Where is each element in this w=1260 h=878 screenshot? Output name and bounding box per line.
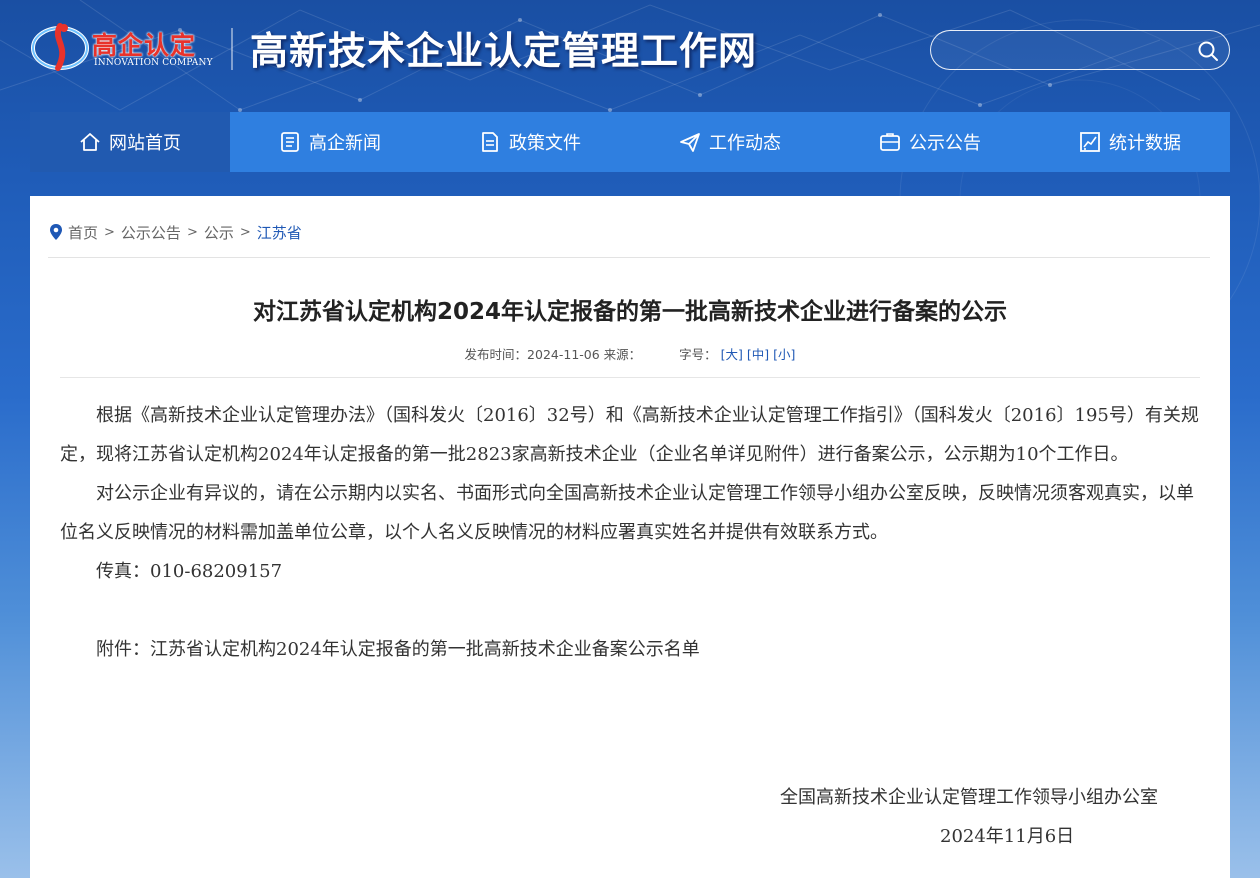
breadcrumb-announcements[interactable]: 公示公告 bbox=[121, 222, 181, 243]
breadcrumb-separator: > bbox=[104, 224, 115, 240]
nav-item-announcements[interactable]: 公示公告 bbox=[830, 112, 1030, 172]
article-meta: 发布时间：2024-11-06 来源： 字号： [大] [中] [小] bbox=[30, 344, 1230, 363]
signature-office: 全国高新技术企业认定管理工作领导小组办公室 bbox=[780, 787, 1158, 808]
breadcrumb-home[interactable]: 首页 bbox=[68, 222, 98, 243]
main-nav: 网站首页 高企新闻 政策文件 工作动态 公示公告 统计数据 bbox=[30, 112, 1230, 172]
nav-item-label: 统计数据 bbox=[1109, 133, 1181, 154]
publish-info: 发布时间：2024-11-06 来源： bbox=[464, 347, 642, 362]
logo-chinese-text: 高企认定 bbox=[92, 31, 197, 60]
paper-plane-icon bbox=[680, 133, 700, 152]
site-logo[interactable]: 高企认定 INNOVATION COMPANY bbox=[30, 16, 220, 76]
nav-item-label: 政策文件 bbox=[509, 133, 581, 154]
font-size-large[interactable]: [大] bbox=[721, 347, 743, 362]
signature-block: 全国高新技术企业认定管理工作领导小组办公室 2024年11月6日 bbox=[780, 778, 1158, 856]
search-box bbox=[930, 30, 1230, 70]
search-input[interactable] bbox=[947, 39, 1187, 61]
article-paragraph: 传真：010-68209157 bbox=[96, 561, 283, 582]
announcement-icon bbox=[880, 133, 900, 151]
paragraph-spacer bbox=[60, 591, 1200, 630]
news-icon bbox=[281, 132, 299, 152]
nav-item-news[interactable]: 高企新闻 bbox=[230, 112, 430, 172]
chart-icon bbox=[1080, 132, 1100, 152]
attachment-link[interactable]: 附件：江苏省认定机构2024年认定报备的第一批高新技术企业备案公示名单 bbox=[60, 630, 1200, 669]
nav-item-policy[interactable]: 政策文件 bbox=[430, 112, 630, 172]
signature-date: 2024年11月6日 bbox=[940, 826, 1075, 847]
article-title: 对江苏省认定机构2024年认定报备的第一批高新技术企业进行备案的公示 bbox=[252, 299, 1007, 325]
breadcrumb-divider bbox=[48, 257, 1210, 258]
nav-item-work-updates[interactable]: 工作动态 bbox=[630, 112, 830, 172]
article-container: 首页 > 公示公告 > 公示 > 江苏省 对江苏省认定机构2024年认定报备的第… bbox=[30, 196, 1230, 878]
nav-item-label: 工作动态 bbox=[709, 133, 781, 154]
font-size-medium[interactable]: [中] bbox=[747, 347, 769, 362]
nav-item-label: 网站首页 bbox=[109, 133, 181, 154]
nav-item-home[interactable]: 网站首页 bbox=[30, 112, 230, 172]
font-size-label: 字号： bbox=[679, 347, 717, 362]
site-header: 高企认定 INNOVATION COMPANY 高新技术企业认定管理工作网 bbox=[0, 0, 1260, 112]
article-paragraph: 根据《高新技术企业认定管理办法》（国科发火〔2016〕32号）和《高新技术企业认… bbox=[60, 405, 1199, 465]
breadcrumb-separator: > bbox=[239, 224, 251, 240]
meta-divider bbox=[60, 377, 1200, 378]
breadcrumb-current[interactable]: 江苏省 bbox=[257, 222, 302, 243]
document-icon bbox=[482, 132, 498, 152]
nav-item-statistics[interactable]: 统计数据 bbox=[1030, 112, 1230, 172]
search-icon[interactable] bbox=[1197, 40, 1219, 62]
home-icon bbox=[80, 133, 100, 151]
site-title: 高新技术企业认定管理工作网 bbox=[250, 29, 758, 73]
breadcrumb: 首页 > 公示公告 > 公示 > 江苏省 bbox=[48, 220, 302, 244]
breadcrumb-separator: > bbox=[186, 224, 198, 240]
header-divider bbox=[231, 28, 233, 70]
logo-mark-icon bbox=[31, 23, 89, 71]
article-paragraph: 对公示企业有异议的，请在公示期内以实名、书面形式向全国高新技术企业认定管理工作领… bbox=[60, 483, 1194, 543]
nav-item-label: 公示公告 bbox=[909, 133, 981, 154]
breadcrumb-notice[interactable]: 公示 bbox=[204, 222, 234, 243]
location-pin-icon bbox=[50, 224, 62, 240]
font-size-small[interactable]: [小] bbox=[773, 347, 795, 362]
article-body: 根据《高新技术企业认定管理办法》（国科发火〔2016〕32号）和《高新技术企业认… bbox=[60, 396, 1200, 669]
logo-english-text: INNOVATION COMPANY bbox=[94, 58, 213, 68]
nav-item-label: 高企新闻 bbox=[309, 133, 381, 154]
